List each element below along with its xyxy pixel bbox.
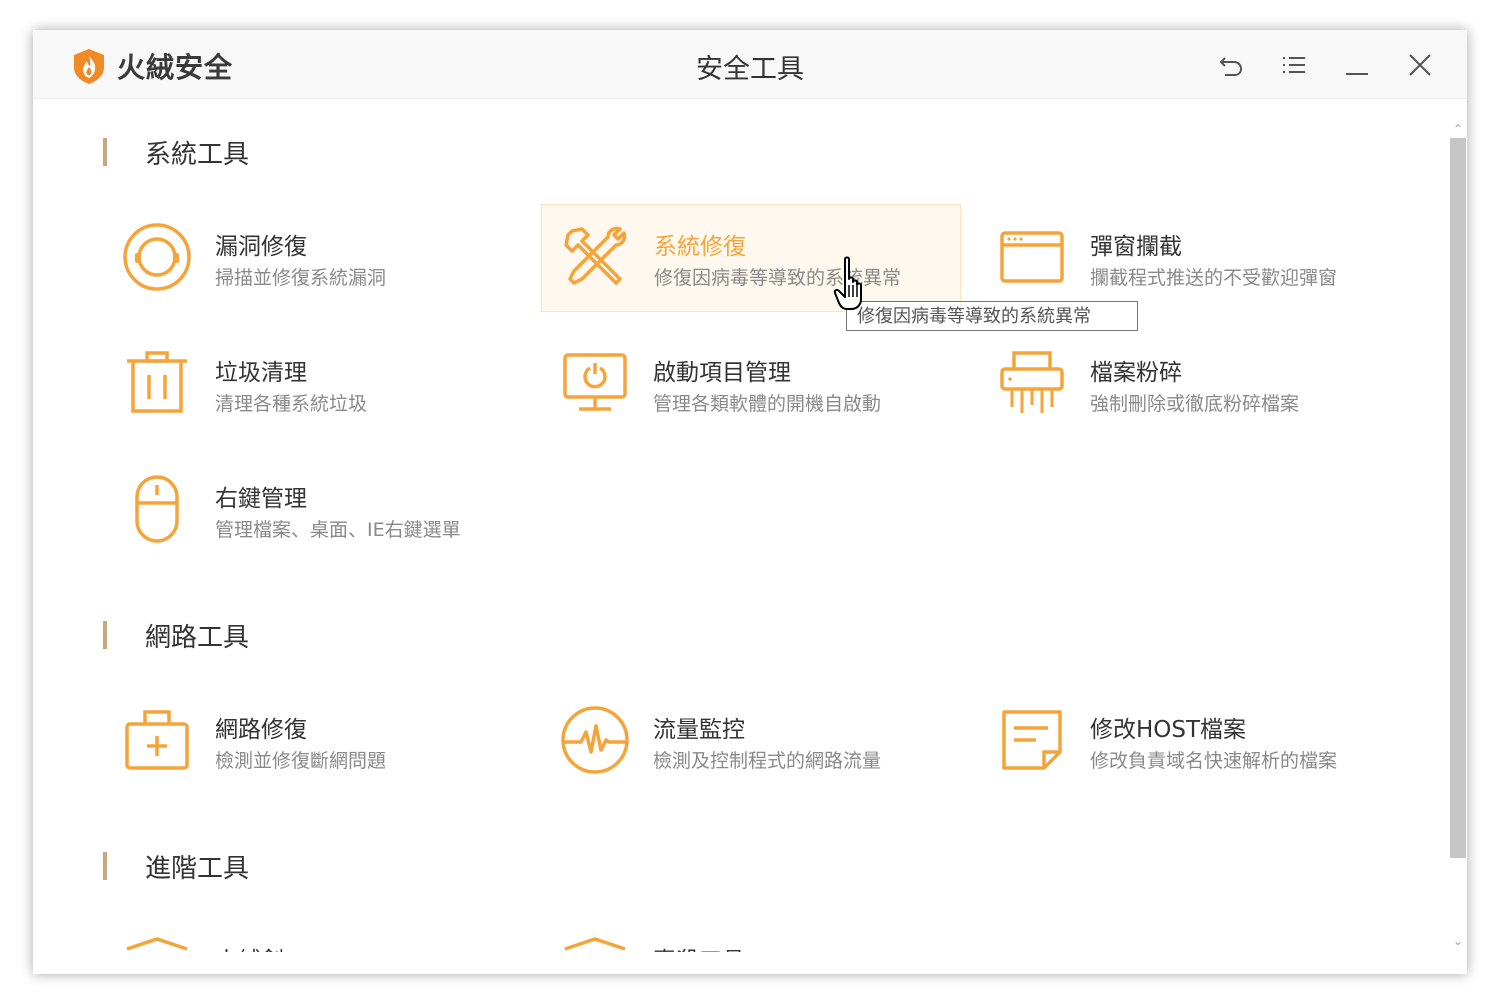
network-repair-icon [125, 710, 189, 770]
tool-title: 火絨劍 [215, 941, 284, 952]
scroll-down-arrow-icon[interactable]: ⌄ [1450, 934, 1466, 950]
minimize-icon [1346, 73, 1368, 75]
tool-title: 彈窗攔截 [1090, 234, 1182, 260]
tool-traffic-monitor[interactable]: 流量監控 檢測及控制程式的網路流量 [541, 688, 959, 794]
section-network-tools: 網路工具 [103, 618, 250, 653]
system-repair-icon [564, 226, 627, 285]
tool-title: 啟動項目管理 [653, 360, 791, 386]
tool-junk-clean[interactable]: 垃圾清理 清理各種系統垃圾 [103, 331, 521, 437]
tool-description: 強制刪除或徹底粉碎檔案 [1090, 393, 1300, 415]
tool-context-menu-manager[interactable]: 右鍵管理 管理檔案、桌面、IE右鍵選單 [103, 457, 521, 563]
tool-title: 流量監控 [653, 717, 745, 743]
tool-host-file[interactable]: 修改HOST檔案 修改負責域名快速解析的檔案 [978, 688, 1396, 794]
section-marker [103, 852, 107, 880]
host-file-icon [1002, 710, 1062, 770]
tool-title: 系統修復 [654, 234, 746, 260]
section-advanced-tools: 進階工具 [103, 849, 250, 884]
hand-cursor-icon [833, 256, 862, 310]
tool-vulnerability-repair[interactable]: 漏洞修復 掃描並修復系統漏洞 [103, 205, 521, 311]
back-button[interactable] [1216, 50, 1246, 80]
tool-title: 垃圾清理 [215, 360, 307, 386]
app-window: 火絨安全 安全工具 系統工具 漏洞修復 掃描並修復系統漏洞 系統修復 修復因病毒… [33, 30, 1467, 974]
tool-description: 修改負責域名快速解析的檔案 [1090, 750, 1338, 772]
window-title: 安全工具 [696, 54, 804, 85]
tool-startup-manager[interactable]: 啟動項目管理 管理各類軟體的開機自啟動 [541, 331, 959, 437]
section-marker [103, 621, 107, 649]
tool-description: 攔截程式推送的不受歡迎彈窗 [1090, 267, 1338, 289]
menu-button[interactable] [1279, 50, 1309, 80]
trash-icon [127, 351, 187, 413]
tool-title: 網路修復 [215, 717, 307, 743]
scrollbar-thumb[interactable] [1450, 138, 1466, 858]
tool-title: 檔案粉碎 [1090, 360, 1182, 386]
tool-title: 專殺工具 [653, 941, 745, 952]
tool-description: 檢測並修復斷網問題 [215, 750, 387, 772]
scroll-viewport-bottom: 火絨劍 專殺工具 [33, 880, 1443, 952]
tool-file-shredder[interactable]: 檔案粉碎 強制刪除或徹底粉碎檔案 [978, 331, 1396, 437]
tooltip: 修復因病毒等導致的系統異常 [846, 301, 1138, 331]
tool-huorong-sword[interactable]: 火絨劍 [103, 919, 521, 952]
tool-system-repair[interactable]: 系統修復 修復因病毒等導致的系統異常 [541, 204, 961, 312]
section-title: 進階工具 [145, 853, 250, 884]
shredder-icon [1000, 351, 1064, 413]
tool-network-repair[interactable]: 網路修復 檢測並修復斷網問題 [103, 688, 521, 794]
scroll-up-arrow-icon[interactable]: ⌃ [1450, 122, 1466, 138]
tool-title: 修改HOST檔案 [1090, 717, 1247, 743]
tool-description: 管理檔案、桌面、IE右鍵選單 [215, 519, 461, 541]
popup-block-icon [1000, 231, 1064, 283]
minimize-button[interactable] [1342, 50, 1372, 80]
vulnerability-repair-icon [123, 223, 191, 291]
tool-kill-tool[interactable]: 專殺工具 [541, 919, 959, 952]
kill-tool-icon [564, 937, 626, 951]
back-icon [1219, 57, 1243, 76]
tool-popup-block[interactable]: 彈窗攔截 攔截程式推送的不受歡迎彈窗 [978, 205, 1396, 311]
mouse-icon [135, 475, 179, 543]
section-title: 系統工具 [145, 139, 250, 170]
tool-description: 掃描並修復系統漏洞 [215, 267, 387, 289]
section-marker [103, 138, 107, 166]
traffic-monitor-icon [561, 706, 629, 774]
section-system-tools: 系統工具 [103, 135, 250, 170]
menu-icon [1283, 57, 1305, 73]
sword-icon [126, 937, 188, 951]
tool-description: 清理各種系統垃圾 [215, 393, 368, 415]
section-title: 網路工具 [145, 622, 250, 653]
tool-description: 檢測及控制程式的網路流量 [653, 750, 882, 772]
startup-icon [563, 353, 627, 411]
close-icon [1409, 54, 1431, 76]
tool-description: 管理各類軟體的開機自啟動 [653, 393, 882, 415]
tool-title: 右鍵管理 [215, 486, 307, 512]
title-bar: 火絨安全 安全工具 [33, 30, 1467, 99]
tool-title: 漏洞修復 [215, 234, 307, 260]
close-button[interactable] [1405, 50, 1435, 80]
